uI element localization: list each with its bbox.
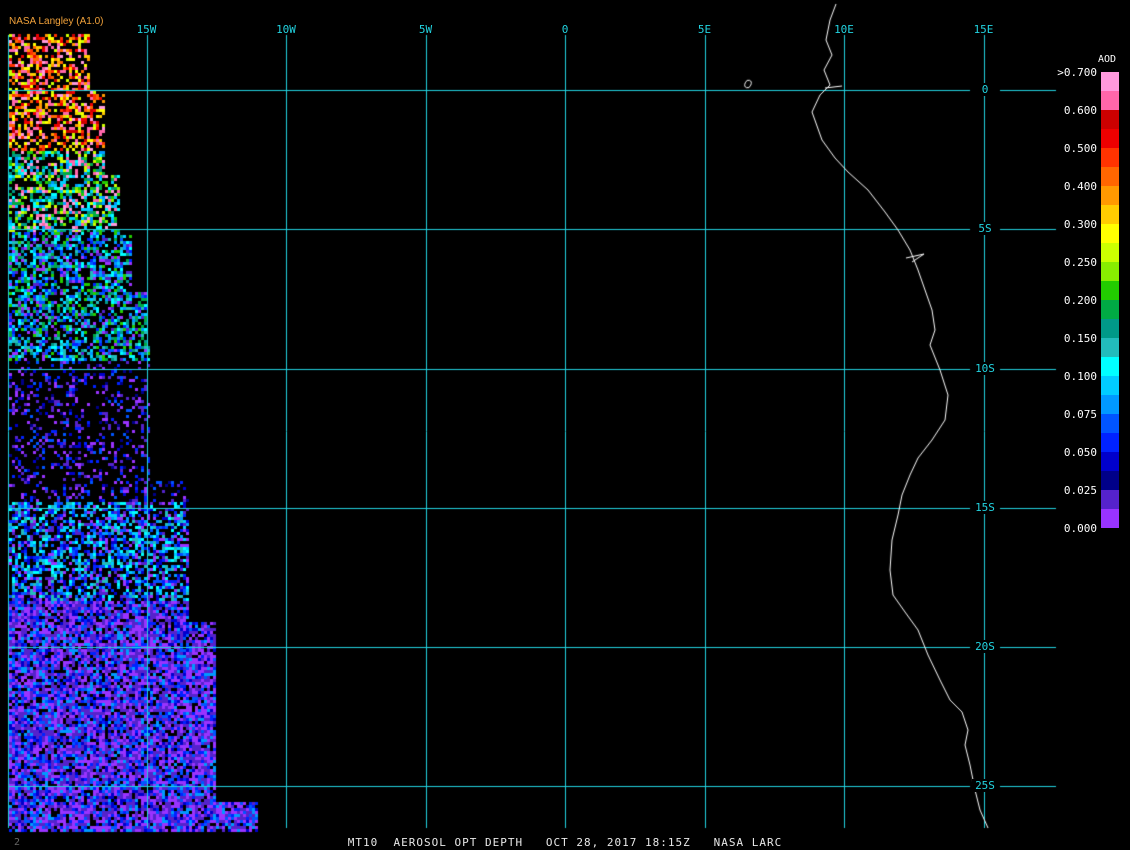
colorbar-swatch (1101, 148, 1119, 167)
colorbar-swatch (1101, 471, 1119, 490)
colorbar-title: AOD (1098, 54, 1117, 65)
colorbar-swatch (1101, 281, 1119, 300)
colorbar-swatch (1101, 490, 1119, 509)
colorbar-label: 0.075 (1063, 408, 1097, 421)
colorbar-label: 0.250 (1063, 256, 1097, 269)
aod-map-canvas (0, 0, 1130, 850)
colorbar-swatch (1101, 186, 1119, 205)
colorbar-swatch (1101, 357, 1119, 376)
colorbar-label: 0.600 (1063, 104, 1097, 117)
longitude-label: 5W (418, 23, 433, 36)
colorbar-swatch (1101, 338, 1119, 357)
colorbar-swatch (1101, 205, 1119, 224)
colorbar-label: 0.200 (1063, 294, 1097, 307)
longitude-label: 10E (834, 23, 854, 36)
colorbar-label: 0.150 (1063, 332, 1097, 345)
colorbar-swatch (1101, 129, 1119, 148)
colorbar-swatch (1101, 110, 1119, 129)
colorbar-label: 0.300 (1063, 218, 1097, 231)
latitude-label: 20S (972, 640, 998, 653)
footer-caption: MT10 AEROSOL OPT DEPTH OCT 28, 2017 18:1… (347, 836, 783, 849)
colorbar-swatch (1101, 395, 1119, 414)
latitude-label: 25S (972, 779, 998, 793)
colorbar-label: 0.100 (1063, 370, 1097, 383)
longitude-label: 0 (561, 23, 569, 36)
colorbar-label: 0.000 (1063, 522, 1097, 535)
colorbar-label: >0.700 (1057, 66, 1097, 79)
colorbar-swatch (1101, 262, 1119, 281)
latitude-label: 15S (972, 500, 998, 514)
colorbar-swatch (1101, 509, 1119, 528)
longitude-label: 10W (276, 23, 296, 36)
colorbar-swatch (1101, 452, 1119, 471)
colorbar-label: 0.500 (1063, 142, 1097, 155)
colorbar-swatch (1101, 319, 1119, 338)
colorbar-swatch (1101, 72, 1119, 91)
colorbar-swatch (1101, 433, 1119, 452)
longitude-label: 15W (136, 23, 157, 36)
colorbar-swatch (1101, 243, 1119, 262)
colorbar-label: 0.025 (1063, 484, 1097, 497)
colorbar-swatch (1101, 91, 1119, 110)
colorbar-swatch (1101, 414, 1119, 433)
credit-label: NASA Langley (A1.0) (9, 16, 104, 27)
latitude-label: 0 (972, 83, 998, 96)
latitude-label: 10S (972, 361, 998, 375)
colorbar-swatch (1101, 167, 1119, 186)
colorbar-swatch (1101, 224, 1119, 243)
longitude-label: 5E (697, 23, 712, 36)
longitude-label: 15E (973, 23, 994, 36)
colorbar-label: 0.050 (1063, 446, 1097, 459)
latitude-label: 5S (972, 222, 998, 236)
colorbar-label: 0.400 (1063, 180, 1097, 193)
colorbar-swatch (1101, 300, 1119, 319)
colorbar-swatch (1101, 376, 1119, 395)
